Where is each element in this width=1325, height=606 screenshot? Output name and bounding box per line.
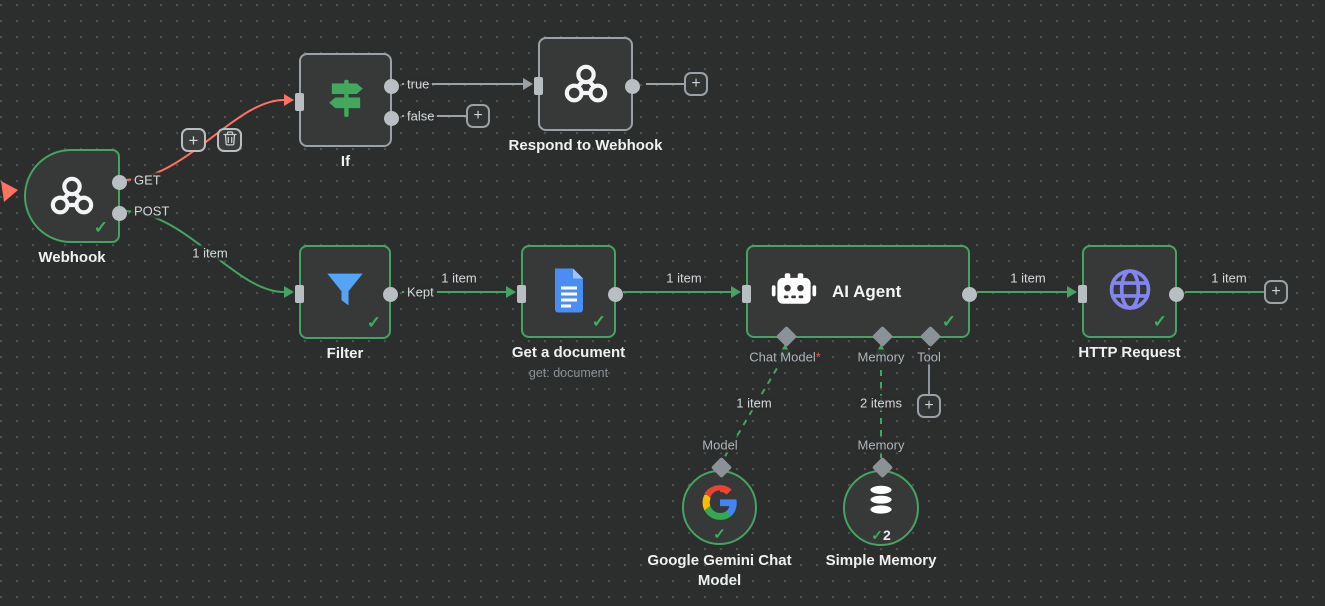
- database-icon: [863, 483, 899, 524]
- input-port[interactable]: [295, 93, 304, 111]
- output-port-post[interactable]: [112, 206, 127, 221]
- port-label-true: true: [404, 77, 432, 92]
- connector-label-tool: Tool: [915, 350, 943, 365]
- node-title: Get a document: [512, 344, 625, 361]
- node-title: Simple Memory: [826, 552, 937, 569]
- signpost-icon: [323, 75, 369, 126]
- arrowhead: [523, 78, 533, 90]
- output-port[interactable]: [625, 79, 640, 94]
- node-subtitle: get: document: [529, 366, 608, 380]
- node-filter[interactable]: ✓ Filter: [299, 245, 391, 339]
- input-port[interactable]: [517, 285, 526, 303]
- check-icon: ✓: [94, 219, 108, 236]
- add-node-after-http-button[interactable]: +: [1264, 280, 1288, 304]
- node-ai-agent[interactable]: AI Agent ✓: [746, 245, 970, 338]
- input-port[interactable]: [1078, 285, 1087, 303]
- run-count: 2: [883, 527, 891, 543]
- output-port-true[interactable]: [384, 79, 399, 94]
- node-http-request[interactable]: ✓ HTTP Request: [1082, 245, 1177, 338]
- add-node-on-connection-button[interactable]: +: [181, 128, 206, 152]
- output-port[interactable]: [962, 287, 977, 302]
- edge-label: 1 item: [1007, 271, 1048, 286]
- edge-label: 1 item: [733, 396, 774, 411]
- required-indicator: *: [816, 350, 821, 365]
- output-port-get[interactable]: [112, 175, 127, 190]
- connector-label-chat-model: Chat Model*: [747, 350, 823, 365]
- connector-label-model: Model: [700, 438, 739, 453]
- delete-connection-button[interactable]: [217, 128, 242, 152]
- check-icon: ✓: [367, 314, 381, 331]
- connector-label-text: Chat Model: [749, 350, 815, 365]
- arrowhead: [731, 286, 741, 298]
- node-google-gemini-chat-model[interactable]: ✓ Google Gemini Chat Model: [682, 470, 757, 545]
- node-get-a-document[interactable]: ✓ Get a document get: document: [521, 245, 616, 338]
- input-port[interactable]: [295, 285, 304, 303]
- edge-label: 1 item: [1208, 271, 1249, 286]
- arrowhead: [506, 286, 516, 298]
- node-title: Filter: [327, 345, 364, 362]
- node-respond-to-webhook[interactable]: Respond to Webhook: [538, 37, 633, 131]
- edge-label: 1 item: [663, 271, 704, 286]
- robot-icon: [770, 269, 818, 314]
- edge-label: 1 item: [438, 271, 479, 286]
- trash-icon: [223, 131, 237, 150]
- port-label-false: false: [404, 109, 437, 124]
- node-webhook[interactable]: ✓ Webhook: [24, 149, 120, 243]
- output-port[interactable]: [608, 287, 623, 302]
- arrowhead: [284, 94, 294, 106]
- webhook-icon: [563, 59, 609, 110]
- port-label-get: GET: [131, 173, 164, 188]
- node-title: AI Agent: [832, 282, 901, 302]
- port-label-post: POST: [131, 204, 172, 219]
- connector-label-memory: Memory: [856, 350, 907, 365]
- output-port[interactable]: [1169, 287, 1184, 302]
- workflow-canvas[interactable]: ✓ Webhook GET POST + If true fals: [0, 0, 1325, 606]
- run-status: ✓2: [871, 528, 891, 542]
- node-simple-memory[interactable]: ✓2 Simple Memory: [843, 470, 919, 546]
- input-port[interactable]: [534, 77, 543, 95]
- incoming-error-arrow: [1, 181, 18, 202]
- node-title: If: [341, 153, 350, 170]
- check-icon: ✓: [713, 527, 726, 542]
- check-icon: ✓: [942, 313, 956, 330]
- edge-label: 2 items: [857, 396, 905, 411]
- node-title: Google Gemini Chat Model: [625, 551, 815, 591]
- google-docs-icon: [551, 266, 587, 317]
- node-title: Respond to Webhook: [509, 137, 663, 154]
- node-title: HTTP Request: [1078, 344, 1180, 361]
- node-if[interactable]: If: [299, 53, 392, 147]
- webhook-icon: [49, 171, 95, 222]
- add-tool-button[interactable]: +: [917, 394, 941, 418]
- check-icon: ✓: [1153, 313, 1167, 330]
- check-icon: ✓: [871, 527, 883, 543]
- port-label-kept: Kept: [404, 285, 437, 300]
- edge-label: 1 item: [189, 246, 230, 261]
- globe-icon: [1106, 265, 1154, 318]
- output-port-kept[interactable]: [383, 287, 398, 302]
- arrowhead: [1067, 286, 1077, 298]
- google-g-icon: [701, 483, 739, 526]
- add-node-after-false-button[interactable]: +: [466, 104, 490, 128]
- plus-icon: +: [189, 131, 199, 150]
- connector-label-memory-sub: Memory: [856, 438, 907, 453]
- add-node-after-respond-button[interactable]: +: [684, 72, 708, 96]
- node-title: Webhook: [38, 249, 105, 266]
- check-icon: ✓: [592, 313, 606, 330]
- funnel-icon: [322, 267, 368, 318]
- arrowhead: [284, 286, 294, 298]
- output-port-false[interactable]: [384, 111, 399, 126]
